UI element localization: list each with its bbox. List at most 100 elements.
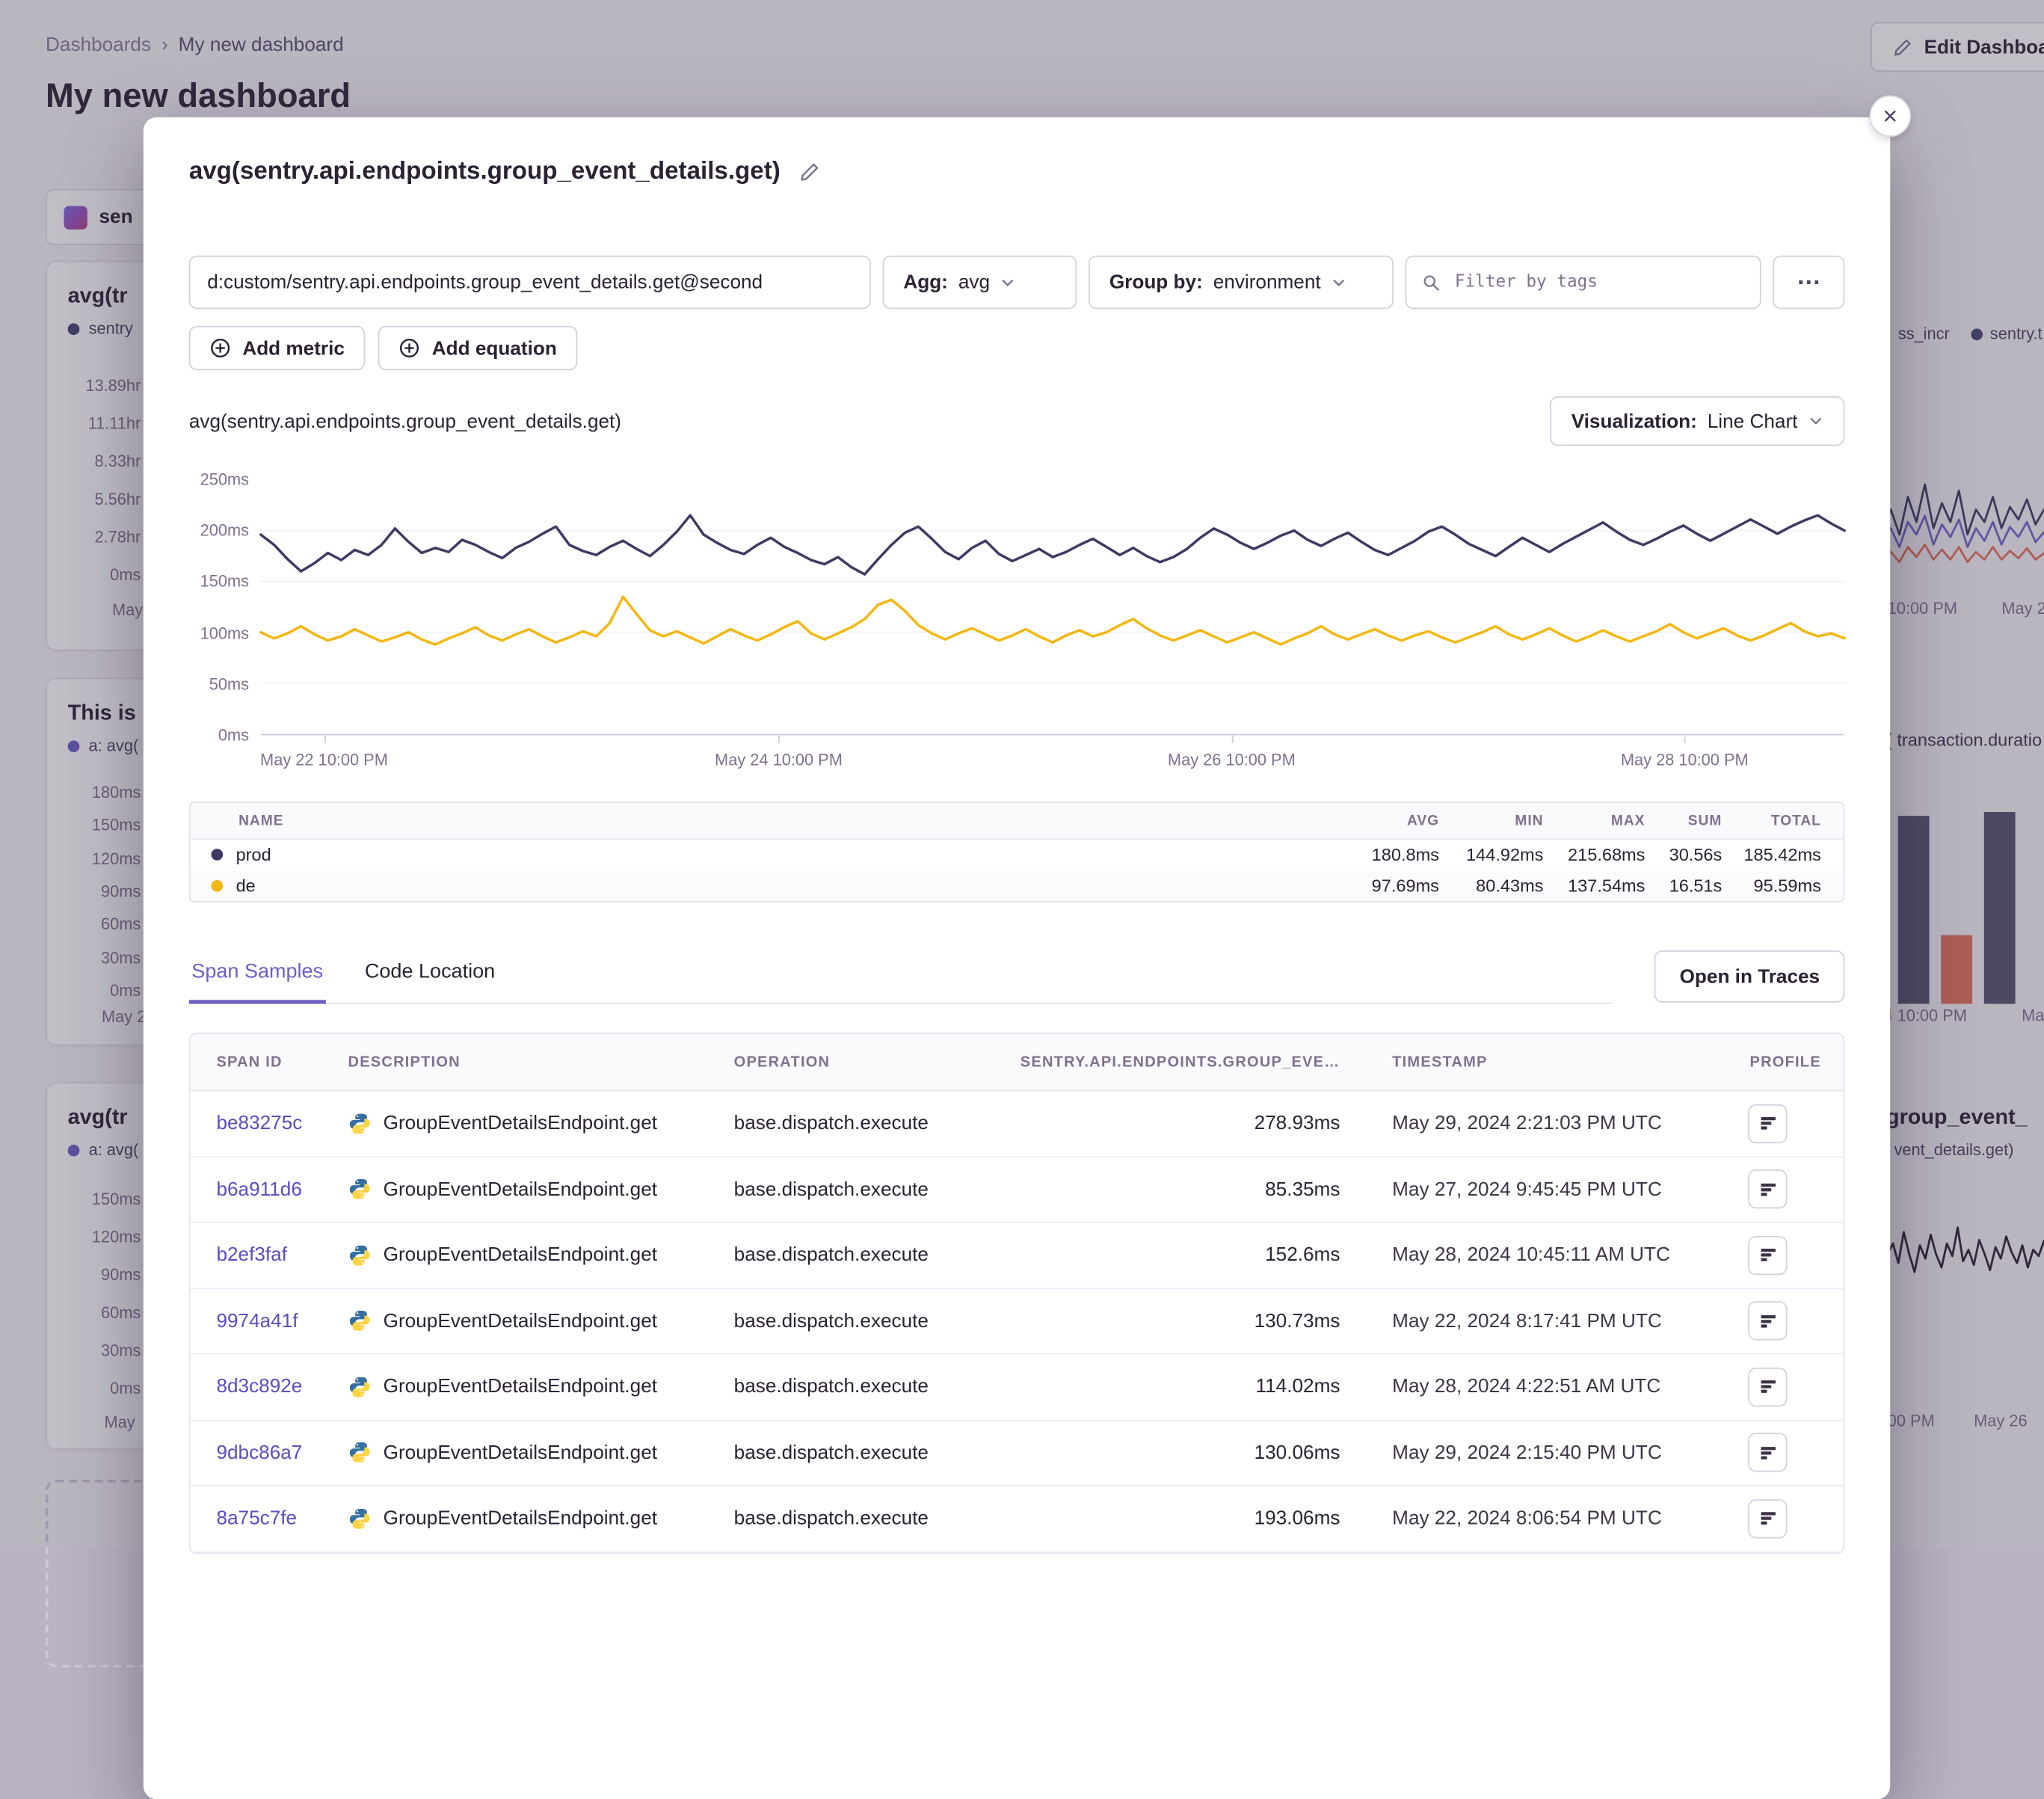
axis-tick xyxy=(778,735,780,742)
summary-value-min: 80.43ms xyxy=(1439,876,1543,895)
timestamp-cell: May 22, 2024 8:06:54 PM UTC xyxy=(1392,1507,1718,1530)
legend-dot-icon xyxy=(211,849,223,861)
operation-cell: base.dispatch.execute xyxy=(734,1113,995,1135)
python-icon xyxy=(348,1441,372,1464)
python-icon xyxy=(348,1507,372,1530)
span-id-link[interactable]: b2ef3faf xyxy=(216,1244,287,1267)
summary-header: MAX xyxy=(1543,813,1645,828)
duration-cell: 130.73ms xyxy=(994,1310,1392,1332)
summary-header: AVG xyxy=(1322,813,1439,828)
chevron-down-icon xyxy=(1332,274,1347,290)
samples-header: TIMESTAMP xyxy=(1392,1054,1718,1070)
operation-cell: base.dispatch.execute xyxy=(734,1376,995,1398)
timestamp-cell: May 27, 2024 9:45:45 PM UTC xyxy=(1392,1178,1718,1201)
series-name-cell: de xyxy=(191,876,1322,895)
operation-cell: base.dispatch.execute xyxy=(734,1442,995,1464)
description-text: GroupEventDetailsEndpoint.get xyxy=(384,1244,657,1267)
visualization-dropdown[interactable]: Visualization: Line Chart xyxy=(1551,396,1844,446)
description-cell: GroupEventDetailsEndpoint.get xyxy=(348,1309,734,1332)
search-icon xyxy=(1422,273,1440,291)
add-metric-label: Add metric xyxy=(242,337,345,360)
close-button[interactable] xyxy=(1869,95,1911,137)
description-text: GroupEventDetailsEndpoint.get xyxy=(384,1310,657,1332)
profile-flamegraph-icon xyxy=(1758,1180,1777,1199)
summary-row[interactable]: prod180.8ms144.92ms215.68ms30.56s185.42m… xyxy=(191,840,1844,870)
tag-filter-input[interactable] xyxy=(1452,271,1744,294)
chevron-down-icon xyxy=(1000,274,1016,290)
span-id-link[interactable]: 9dbc86a7 xyxy=(216,1442,302,1464)
span-id-link[interactable]: 8d3c892e xyxy=(216,1376,302,1398)
more-options-button[interactable]: … xyxy=(1773,256,1844,309)
open-in-traces-button[interactable]: Open in Traces xyxy=(1654,950,1844,1003)
description-text: GroupEventDetailsEndpoint.get xyxy=(384,1113,657,1135)
description-cell: GroupEventDetailsEndpoint.get xyxy=(348,1507,734,1530)
operation-cell: base.dispatch.execute xyxy=(734,1178,995,1201)
metric-details-modal: avg(sentry.api.endpoints.group_event_det… xyxy=(144,117,1890,1799)
profile-button[interactable] xyxy=(1748,1236,1787,1275)
summary-header-row: NAME AVG MIN MAX SUM TOTAL xyxy=(191,803,1844,840)
aggregation-value: avg xyxy=(958,271,990,294)
profile-button[interactable] xyxy=(1748,1169,1787,1208)
chart-series-label: avg(sentry.api.endpoints.group_event_det… xyxy=(189,410,621,432)
query-actions-row: Add metric Add equation xyxy=(189,326,1844,370)
summary-value-min: 144.92ms xyxy=(1439,845,1543,864)
operation-cell: base.dispatch.execute xyxy=(734,1507,995,1530)
profile-button[interactable] xyxy=(1748,1433,1787,1472)
series-summary-table: NAME AVG MIN MAX SUM TOTAL prod180.8ms14… xyxy=(189,802,1844,902)
series-name: de xyxy=(236,876,256,895)
axis-label: 50ms xyxy=(209,675,249,693)
detail-tabs: Span Samples Code Location xyxy=(189,950,1613,1003)
profile-button[interactable] xyxy=(1748,1368,1787,1406)
span-id-link[interactable]: be83275c xyxy=(216,1113,302,1135)
axis-label: May 24 10:00 PM xyxy=(715,751,843,769)
summary-value-sum: 16.51s xyxy=(1645,876,1722,895)
profile-flamegraph-icon xyxy=(1758,1246,1777,1265)
sample-row: be83275c GroupEventDetailsEndpoint.get ba… xyxy=(191,1091,1844,1157)
timestamp-cell: May 29, 2024 2:15:40 PM UTC xyxy=(1392,1442,1718,1464)
profile-flamegraph-icon xyxy=(1758,1113,1777,1133)
samples-header: SPAN ID xyxy=(191,1054,348,1070)
axis-label: May 28 10:00 PM xyxy=(1621,751,1749,769)
tab-span-samples[interactable]: Span Samples xyxy=(189,950,326,1003)
description-cell: GroupEventDetailsEndpoint.get xyxy=(348,1243,734,1267)
aggregation-dropdown[interactable]: Agg: avg xyxy=(882,256,1077,309)
profile-button[interactable] xyxy=(1748,1499,1787,1538)
sample-row: 8a75c7fe GroupEventDetailsEndpoint.getba… xyxy=(191,1486,1844,1552)
profile-button[interactable] xyxy=(1748,1104,1787,1143)
description-text: GroupEventDetailsEndpoint.get xyxy=(384,1442,657,1464)
summary-header: NAME xyxy=(191,813,1322,828)
span-id-link[interactable]: 8a75c7fe xyxy=(216,1507,297,1530)
python-icon xyxy=(348,1178,372,1201)
description-cell: GroupEventDetailsEndpoint.get xyxy=(348,1375,734,1398)
tag-filter-field[interactable] xyxy=(1406,256,1761,309)
description-cell: GroupEventDetailsEndpoint.get xyxy=(348,1441,734,1464)
sample-row: 9dbc86a7 GroupEventDetailsEndpoint.get ba… xyxy=(191,1421,1844,1486)
summary-header: MIN xyxy=(1439,813,1543,828)
timestamp-cell: May 28, 2024 10:45:11 AM UTC xyxy=(1392,1244,1718,1267)
axis-tick xyxy=(1684,735,1686,742)
add-equation-button[interactable]: Add equation xyxy=(378,326,577,370)
span-id-link[interactable]: 9974a41f xyxy=(216,1310,298,1332)
samples-header: DESCRIPTION xyxy=(348,1054,734,1070)
profile-flamegraph-icon xyxy=(1758,1443,1777,1463)
chart-plot-area[interactable] xyxy=(261,480,1844,736)
description-cell: GroupEventDetailsEndpoint.get xyxy=(348,1112,734,1135)
axis-tick xyxy=(324,735,325,742)
group-by-label: Group by: xyxy=(1109,271,1203,294)
profile-button[interactable] xyxy=(1748,1302,1787,1341)
group-by-dropdown[interactable]: Group by: environment xyxy=(1089,256,1394,309)
ellipsis-icon: … xyxy=(1797,263,1821,292)
metric-chart[interactable]: 250ms200ms150ms100ms50ms0ms xyxy=(189,480,1844,736)
profile-flamegraph-icon xyxy=(1758,1377,1777,1397)
metric-query-input[interactable] xyxy=(189,256,871,309)
y-axis-labels: 250ms200ms150ms100ms50ms0ms xyxy=(189,470,249,744)
tab-code-location[interactable]: Code Location xyxy=(362,950,497,1003)
metric-line-chart[interactable] xyxy=(261,480,1844,734)
edit-title-pencil-icon[interactable] xyxy=(798,162,819,182)
visualization-value: Line Chart xyxy=(1708,410,1798,432)
chevron-down-icon xyxy=(1808,413,1823,429)
span-id-link[interactable]: b6a911d6 xyxy=(216,1178,301,1201)
summary-row[interactable]: de97.69ms80.43ms137.54ms16.51s95.59ms xyxy=(191,870,1844,901)
add-metric-button[interactable]: Add metric xyxy=(189,326,366,370)
summary-value-max: 215.68ms xyxy=(1543,845,1645,864)
